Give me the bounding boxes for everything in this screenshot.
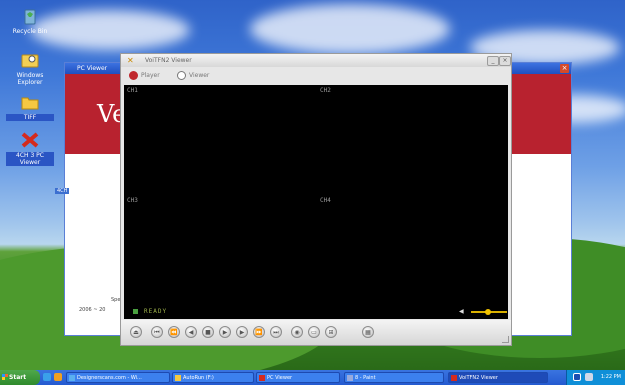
- status-indicator: READY: [133, 308, 167, 315]
- viewer-icon: [177, 71, 186, 80]
- minimize-button[interactable]: _: [487, 56, 499, 66]
- stop-button[interactable]: ■: [202, 326, 214, 338]
- paint-icon: [347, 375, 353, 381]
- step-forward-button[interactable]: ▶: [236, 326, 248, 338]
- start-button[interactable]: Start: [0, 370, 40, 385]
- step-back-button[interactable]: ◀: [185, 326, 197, 338]
- status-text: READY: [144, 308, 168, 315]
- desktop: Recycle Bin Windows Explorer TIFF 4CH 3 …: [0, 0, 625, 370]
- windows-flag-icon: [2, 374, 8, 380]
- play-button[interactable]: ▶: [219, 326, 231, 338]
- skip-forward-button[interactable]: ⏭: [270, 326, 282, 338]
- clock: 1:22 PM: [600, 374, 621, 380]
- system-tray: 1:22 PM: [566, 370, 625, 385]
- explorer-icon: [19, 50, 41, 70]
- desktop-icon-label: Windows Explorer: [16, 72, 44, 86]
- playback-controls: ⏏ ⏮ ⏪ ◀ ■ ▶ ▶ ⏩ ⏭ ◉ ▭ ⊞ ▦: [121, 320, 511, 345]
- video-grid[interactable]: CH1 CH2 CH3 CH4 READY ◀: [124, 85, 508, 319]
- taskbar-item-autorun[interactable]: AutoRun (F:): [172, 372, 254, 383]
- desktop-icon-windows-explorer[interactable]: Windows Explorer: [6, 50, 54, 86]
- taskbar-item-voitfn2-viewer[interactable]: VoiTFN2 Viewer: [448, 372, 548, 383]
- resize-grip-icon[interactable]: [502, 336, 509, 343]
- desktop-icon-label: Recycle Bin: [12, 28, 48, 35]
- taskbar-item-paint[interactable]: 8 - Paint: [344, 372, 444, 383]
- channel-label-ch2: CH2: [320, 87, 331, 94]
- taskbar: Start Designerscans.com - Wi... AutoRun …: [0, 370, 625, 385]
- fast-forward-button[interactable]: ⏩: [253, 326, 265, 338]
- pc-viewer-title: PC Viewer: [77, 65, 108, 72]
- rewind-button[interactable]: ⏪: [168, 326, 180, 338]
- taskbar-item-pc-viewer[interactable]: PC Viewer: [256, 372, 340, 383]
- browser-icon: [69, 375, 75, 381]
- desktop-icon-folder[interactable]: TIFF: [6, 92, 54, 121]
- voitfn2-viewer-window[interactable]: ✕ VoiTFN2 Viewer _ × Player Viewer CH1 C…: [120, 53, 512, 346]
- volume-knob[interactable]: [485, 309, 491, 315]
- fullscreen-button[interactable]: ▦: [362, 326, 374, 338]
- close-button[interactable]: ×: [499, 56, 511, 66]
- single-view-button[interactable]: ▭: [308, 326, 320, 338]
- folder-icon: [19, 92, 41, 112]
- skip-back-button[interactable]: ⏮: [151, 326, 163, 338]
- viewer-tab[interactable]: Viewer: [177, 70, 209, 81]
- snapshot-button[interactable]: ◉: [291, 326, 303, 338]
- tray-volume-icon[interactable]: [585, 373, 593, 381]
- bottom-text-2: 2006 ~ 20: [79, 307, 106, 313]
- desktop-icon-recycle-bin[interactable]: Recycle Bin: [6, 6, 54, 35]
- player-tab[interactable]: Player: [129, 70, 160, 81]
- channel-label-ch3: CH3: [127, 197, 138, 204]
- quicklaunch-browser-icon[interactable]: [43, 373, 51, 381]
- desktop-icon-label: TIFF: [6, 114, 54, 121]
- desktop-icon-pc-viewer[interactable]: 4CH 3 PC Viewer: [6, 130, 54, 166]
- quad-view-button[interactable]: ⊞: [325, 326, 337, 338]
- close-icon[interactable]: ×: [560, 64, 569, 73]
- viewer-titlebar[interactable]: ✕ VoiTFN2 Viewer _ ×: [121, 54, 511, 67]
- app-icon: ✕: [127, 56, 134, 65]
- eject-button[interactable]: ⏏: [130, 326, 142, 338]
- channel-label-ch4: CH4: [320, 197, 331, 204]
- speaker-icon: ◀: [459, 308, 464, 315]
- taskbar-item-browser[interactable]: Designerscans.com - Wi...: [66, 372, 170, 383]
- side-label: 4CH: [55, 188, 70, 194]
- app-icon: [451, 375, 457, 381]
- recycle-bin-icon: [19, 6, 41, 26]
- desktop-icon-label: 4CH 3 PC Viewer: [6, 152, 54, 166]
- viewer-title: VoiTFN2 Viewer: [145, 57, 192, 64]
- tray-network-icon[interactable]: [573, 373, 581, 381]
- pc-viewer-app-icon: [19, 130, 41, 150]
- app-icon: [259, 375, 265, 381]
- viewer-menu-bar: Player Viewer: [121, 67, 511, 83]
- quicklaunch-media-icon[interactable]: [54, 373, 62, 381]
- status-led-icon: [133, 309, 138, 314]
- folder-icon: [175, 375, 181, 381]
- channel-label-ch1: CH1: [127, 87, 138, 94]
- player-icon: [129, 71, 138, 80]
